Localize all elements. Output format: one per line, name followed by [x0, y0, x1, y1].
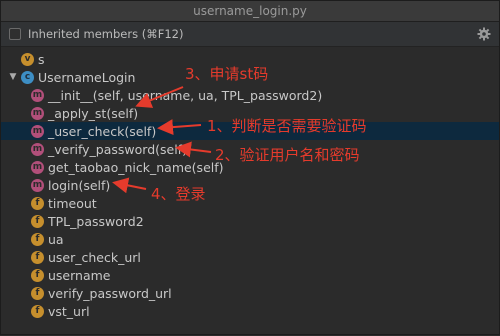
chevron-down-icon[interactable]: ▼ — [7, 72, 19, 82]
structure-tree: v s ▼ c UsernameLogin m __init__(self, usernam… — [1, 47, 499, 320]
tree-item[interactable]: f timeout — [1, 194, 499, 212]
field-icon: f — [31, 214, 44, 228]
field-icon: f — [31, 286, 44, 300]
inherited-members-label[interactable]: Inherited members (⌘F12) — [28, 27, 183, 41]
tree-item-label: get_taobao_nick_name(self) — [48, 159, 224, 175]
tree-item-label: verify_password_url — [48, 285, 172, 301]
tree-item[interactable]: f vst_url — [1, 302, 499, 320]
tree-item-label: TPL_password2 — [48, 213, 144, 229]
tree-item[interactable]: m get_taobao_nick_name(self) — [1, 158, 499, 176]
tree-item[interactable]: f username — [1, 266, 499, 284]
method-icon: m — [31, 124, 44, 138]
variable-icon: v — [21, 52, 34, 66]
tree-item[interactable]: ▼ c UsernameLogin — [1, 68, 499, 86]
tree-item-label: _apply_st(self) — [48, 105, 139, 121]
class-icon: c — [21, 70, 34, 84]
tree-item-label: s — [38, 51, 45, 67]
method-icon: m — [31, 160, 44, 174]
tree-item-label: username — [48, 267, 111, 283]
tree-item-label: timeout — [48, 195, 97, 211]
tree-item-label: user_check_url — [48, 249, 141, 265]
tree-item[interactable]: f verify_password_url — [1, 284, 499, 302]
tree-item-label: login(self) — [48, 177, 111, 193]
tree-item-label: __init__(self, username, ua, TPL_passwor… — [48, 87, 323, 103]
field-icon: f — [31, 196, 44, 210]
tree-item[interactable]: f TPL_password2 — [1, 212, 499, 230]
tree-item-label: _verify_password(self) — [48, 141, 187, 157]
tree-item[interactable]: vs — [1, 50, 499, 68]
tree-item[interactable]: m login(self) — [1, 176, 499, 194]
method-icon: m — [31, 106, 44, 120]
method-icon: m — [31, 142, 44, 156]
tree-item[interactable]: m _user_check(self) — [1, 122, 499, 140]
structure-window: username_login.py Inherited members (⌘F1… — [0, 0, 500, 335]
field-icon: f — [31, 250, 44, 264]
tree-item[interactable]: f ua — [1, 230, 499, 248]
tree-item[interactable]: m _apply_st(self) — [1, 104, 499, 122]
tree-item-label: vst_url — [48, 303, 90, 319]
inherited-members-checkbox[interactable] — [9, 28, 21, 40]
tree-item[interactable]: m _verify_password(self) — [1, 140, 499, 158]
method-icon: m — [31, 178, 44, 192]
structure-toolbar: Inherited members (⌘F12) — [1, 22, 499, 47]
tree-item[interactable]: f user_check_url — [1, 248, 499, 266]
field-icon: f — [31, 304, 44, 318]
field-icon: f — [31, 232, 44, 246]
tree-item-label: ua — [48, 231, 64, 247]
tree-item-label: UsernameLogin — [38, 69, 136, 85]
tree-item-label: _user_check(self) — [48, 123, 157, 139]
field-icon: f — [31, 268, 44, 282]
gear-icon[interactable] — [477, 27, 491, 41]
tree-item[interactable]: m __init__(self, username, ua, TPL_passwo… — [1, 86, 499, 104]
method-icon: m — [31, 88, 44, 102]
window-title: username_login.py — [1, 1, 499, 22]
